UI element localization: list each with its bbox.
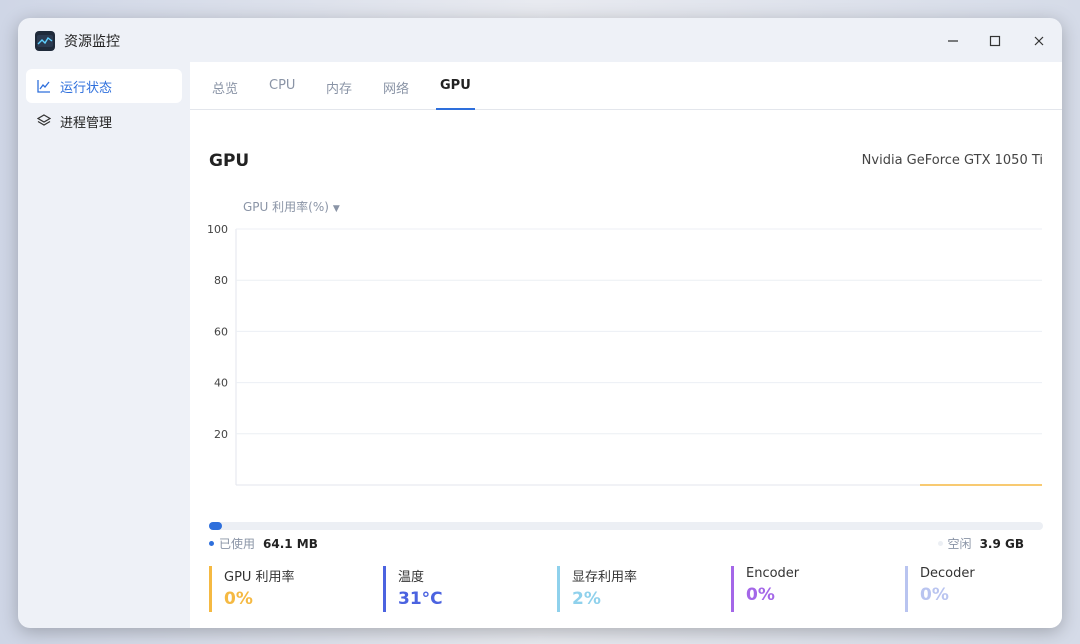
y-tick-label: 100 [207, 223, 228, 236]
stat-encoder: Encoder 0% [731, 566, 799, 612]
minimize-icon [948, 40, 958, 42]
stat-label: 温度 [398, 570, 425, 585]
memory-usage-fill [209, 522, 223, 530]
stat-value: 0% [224, 589, 253, 609]
memory-used-value: 64.1 MB [263, 536, 318, 551]
sidebar-item-running-status[interactable]: 运行状态 [26, 69, 182, 103]
sidebar: 运行状态 进程管理 [18, 62, 188, 628]
stat-vram-utilization: 显存利用率 2% [557, 566, 637, 612]
stat-temperature: 温度 31°C [383, 566, 443, 612]
y-tick-label: 20 [214, 428, 228, 441]
sidebar-item-label: 运行状态 [60, 80, 113, 96]
maximize-button[interactable] [982, 28, 1008, 54]
memory-free: 空闲 3.9 GB [937, 535, 1024, 552]
memory-used: 已使用 64.1 MB [209, 535, 318, 552]
minimize-button[interactable] [940, 28, 966, 54]
close-icon [1034, 36, 1044, 46]
layers-icon [36, 113, 52, 129]
stat-gpu-utilization: GPU 利用率 0% [209, 566, 295, 612]
stat-label: GPU 利用率 [224, 570, 295, 585]
y-tick-label: 40 [214, 377, 228, 390]
y-tick-label: 60 [214, 325, 228, 338]
stat-decoder: Decoder 0% [905, 566, 975, 612]
stat-value: 31°C [398, 589, 443, 609]
memory-free-value: 3.9 GB [979, 536, 1024, 551]
close-button[interactable] [1026, 28, 1052, 54]
used-dot-icon [209, 541, 214, 546]
y-tick-label: 80 [214, 274, 228, 287]
sidebar-item-process-management[interactable]: 进程管理 [26, 104, 182, 138]
stat-label: Decoder [920, 566, 975, 581]
stat-value: 0% [920, 585, 949, 605]
memory-usage-bar [209, 522, 1043, 530]
memory-free-label: 空闲 [947, 537, 972, 551]
line-chart-icon [36, 78, 52, 94]
stat-label: Encoder [746, 566, 800, 581]
maximize-icon [989, 35, 1001, 47]
free-dot-icon [937, 541, 943, 546]
app-title: 资源监控 [64, 34, 120, 50]
app-window: 资源监控 运行状态 进程管理 总览 CPU 内存 网络 GPU GPU Nvid… [18, 18, 1062, 628]
title-bar: 资源监控 [18, 18, 1062, 62]
stat-value: 2% [572, 589, 601, 609]
sidebar-item-label: 进程管理 [60, 115, 113, 131]
memory-used-label: 已使用 [219, 537, 256, 551]
gpu-utilization-chart: 100 80 60 40 20 [207, 223, 1042, 486]
app-icon [35, 31, 55, 51]
main-panel: 总览 CPU 内存 网络 GPU GPU Nvidia GeForce GTX … [190, 62, 1062, 628]
stat-label: 显存利用率 [572, 570, 638, 585]
stat-value: 0% [746, 585, 775, 605]
